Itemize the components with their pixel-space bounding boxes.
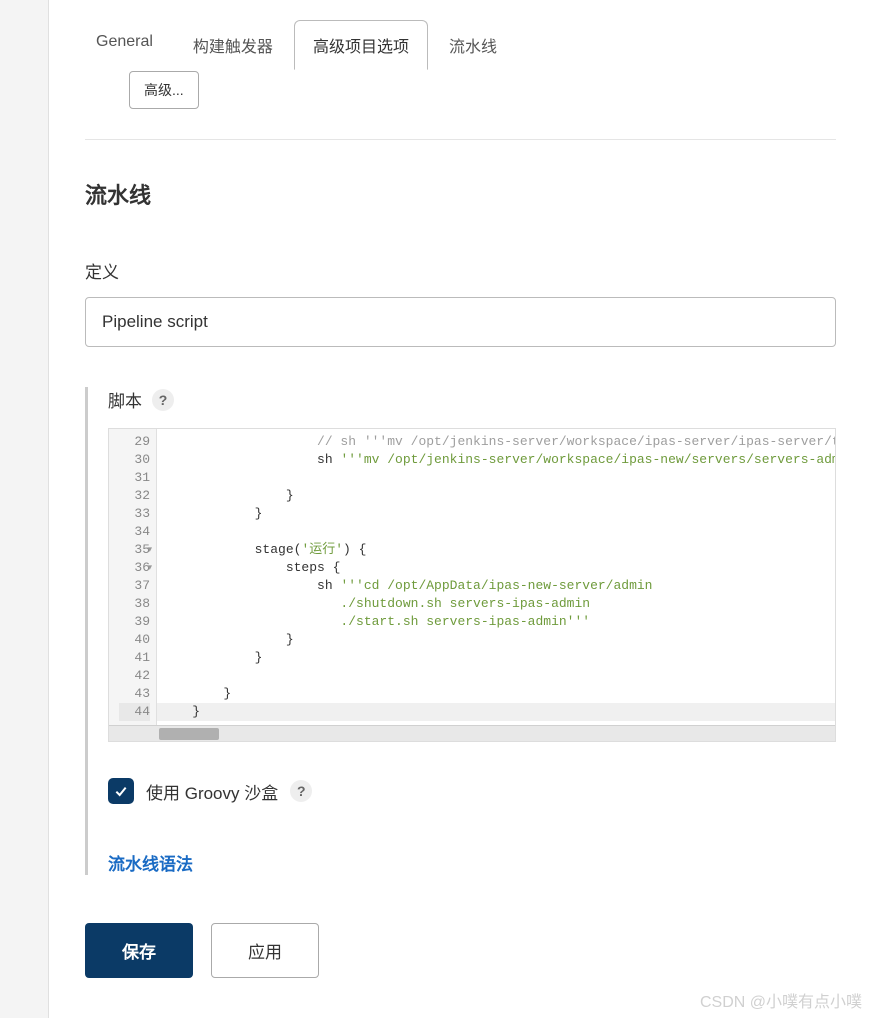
code-line[interactable] (157, 469, 835, 487)
check-icon (113, 783, 129, 799)
save-button[interactable]: 保存 (85, 923, 193, 978)
section-title-pipeline: 流水线 (85, 178, 836, 210)
sandbox-checkbox[interactable] (108, 778, 134, 804)
script-label: 脚本 (108, 387, 142, 412)
horizontal-scrollbar[interactable] (109, 725, 835, 741)
line-number: 40 (119, 631, 150, 649)
script-editor[interactable]: 29303132333435363738394041424344 // sh '… (108, 428, 836, 742)
line-number: 30 (119, 451, 150, 469)
line-number: 41 (119, 649, 150, 667)
line-number: 37 (119, 577, 150, 595)
help-icon[interactable]: ? (152, 389, 174, 411)
apply-button[interactable]: 应用 (211, 923, 319, 978)
code-line[interactable]: } (157, 505, 835, 523)
pipeline-syntax-link[interactable]: 流水线语法 (108, 855, 193, 874)
code-line[interactable]: stage('运行') { (157, 541, 835, 559)
tab-advanced[interactable]: 高级项目选项 (294, 20, 428, 70)
scrollbar-thumb[interactable] (159, 728, 219, 740)
code-line[interactable]: } (157, 631, 835, 649)
code-line[interactable] (157, 667, 835, 685)
sandbox-label: 使用 Groovy 沙盒 (146, 779, 278, 804)
advanced-button[interactable]: 高级... (129, 71, 199, 109)
code-line[interactable] (157, 523, 835, 541)
tab-pipeline[interactable]: 流水线 (430, 20, 516, 70)
line-number: 38 (119, 595, 150, 613)
code-line[interactable]: sh '''mv /opt/jenkins-server/workspace/i… (157, 451, 835, 469)
line-number: 35 (119, 541, 150, 559)
help-icon[interactable]: ? (290, 780, 312, 802)
line-number: 39 (119, 613, 150, 631)
config-tabs: General 构建触发器 高级项目选项 流水线 (49, 0, 872, 71)
code-line[interactable]: steps { (157, 559, 835, 577)
tab-triggers[interactable]: 构建触发器 (174, 20, 292, 70)
line-number: 36 (119, 559, 150, 577)
line-number: 42 (119, 667, 150, 685)
divider (85, 139, 836, 140)
code-line[interactable]: ./start.sh servers-ipas-admin''' (157, 613, 835, 631)
line-number: 33 (119, 505, 150, 523)
tab-general[interactable]: General (77, 20, 172, 70)
code-line[interactable]: } (157, 685, 835, 703)
definition-label: 定义 (85, 258, 836, 283)
code-line[interactable]: ./shutdown.sh servers-ipas-admin (157, 595, 835, 613)
editor-code[interactable]: // sh '''mv /opt/jenkins-server/workspac… (157, 429, 835, 725)
editor-gutter: 29303132333435363738394041424344 (109, 429, 157, 725)
code-line[interactable]: sh '''cd /opt/AppData/ipas-new-server/ad… (157, 577, 835, 595)
line-number: 29 (119, 433, 150, 451)
line-number: 43 (119, 685, 150, 703)
code-line[interactable]: // sh '''mv /opt/jenkins-server/workspac… (157, 433, 835, 451)
line-number: 44 (119, 703, 150, 721)
line-number: 31 (119, 469, 150, 487)
code-line[interactable]: } (157, 487, 835, 505)
line-number: 32 (119, 487, 150, 505)
line-number: 34 (119, 523, 150, 541)
code-line[interactable]: } (157, 649, 835, 667)
code-line[interactable]: } (157, 703, 835, 721)
definition-select[interactable]: Pipeline script (85, 297, 836, 347)
